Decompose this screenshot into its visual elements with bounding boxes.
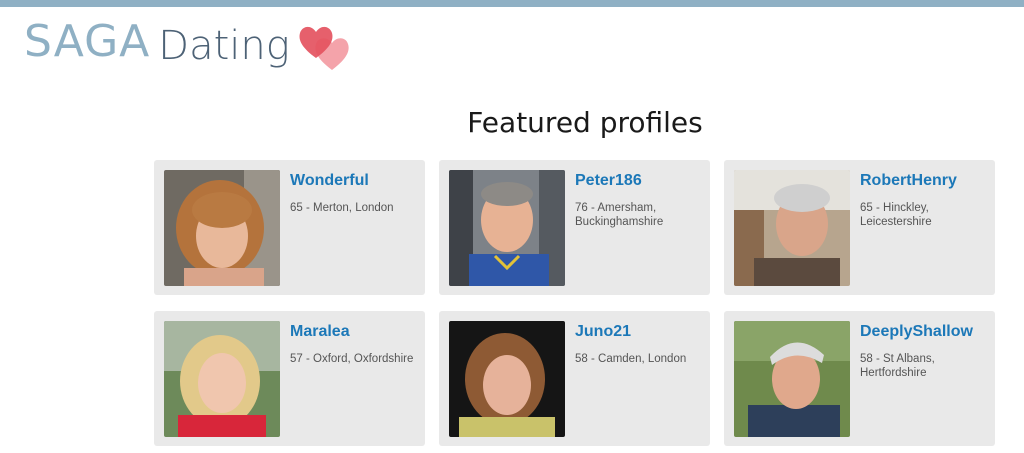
profile-name-link[interactable]: Maralea — [290, 323, 350, 341]
profile-photo[interactable] — [734, 321, 850, 437]
profile-name-link[interactable]: RobertHenry — [860, 172, 957, 190]
profile-name-link[interactable]: Peter186 — [575, 172, 642, 190]
logo-saga-text: SAGA — [24, 16, 151, 67]
profile-card[interactable]: Wonderful 65 - Merton, London — [154, 160, 425, 295]
profile-name-link[interactable]: Wonderful — [290, 172, 369, 190]
profile-photo[interactable] — [164, 321, 280, 437]
top-accent-bar — [0, 0, 1024, 7]
featured-profiles-heading: Featured profiles — [467, 106, 703, 139]
profile-card[interactable]: Juno21 58 - Camden, London — [439, 311, 710, 446]
profile-details: 57 - Oxford, Oxfordshire — [290, 353, 414, 365]
saga-dating-logo[interactable]: SAGA Dating — [24, 18, 352, 74]
profile-card[interactable]: DeeplyShallow 58 - St Albans, Hertfordsh… — [724, 311, 995, 446]
profile-photo[interactable] — [449, 321, 565, 437]
profile-card[interactable]: RobertHenry 65 - Hinckley, Leicestershir… — [724, 160, 995, 295]
profile-name-link[interactable]: DeeplyShallow — [860, 323, 973, 341]
hearts-icon — [294, 20, 352, 70]
profile-photo[interactable] — [734, 170, 850, 286]
profile-details: 65 - Hinckley, Leicestershire — [860, 202, 932, 228]
profile-photo[interactable] — [164, 170, 280, 286]
profile-details: 76 - Amersham, Buckinghamshire — [575, 202, 664, 228]
profile-details: 58 - St Albans, Hertfordshire — [860, 353, 935, 379]
logo-dating-text: Dating — [158, 23, 290, 69]
profile-details: 58 - Camden, London — [575, 353, 687, 365]
profile-card[interactable]: Maralea 57 - Oxford, Oxfordshire — [154, 311, 425, 446]
profile-details: 65 - Merton, London — [290, 202, 394, 214]
profile-photo[interactable] — [449, 170, 565, 286]
profile-name-link[interactable]: Juno21 — [575, 323, 631, 341]
profile-card[interactable]: Peter186 76 - Amersham, Buckinghamshire — [439, 160, 710, 295]
